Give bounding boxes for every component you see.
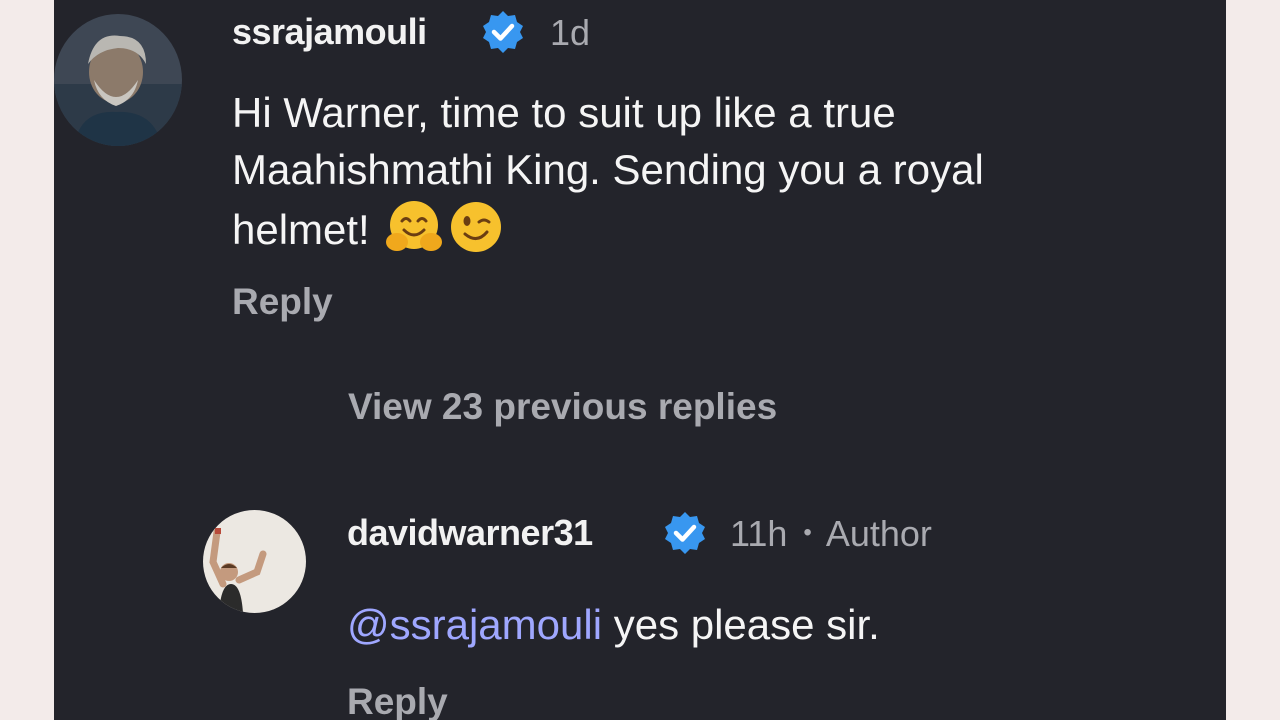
reply-button[interactable]: Reply bbox=[347, 681, 448, 720]
verified-badge-icon bbox=[480, 9, 526, 55]
comment-line: helmet! bbox=[232, 206, 370, 253]
comment-timestamp: 1d bbox=[550, 12, 591, 53]
comment-line: Maahishmathi King. Sending you a royal bbox=[232, 146, 984, 193]
mention-link[interactable]: @ssrajamouli bbox=[347, 601, 602, 648]
reply-body: yes please sir. bbox=[602, 601, 880, 648]
view-previous-replies-button[interactable]: View 23 previous replies bbox=[348, 386, 777, 428]
author-label: Author bbox=[825, 513, 932, 554]
winking-face-emoji-icon bbox=[447, 198, 505, 256]
avatar[interactable] bbox=[54, 14, 182, 146]
hugging-face-emoji-icon bbox=[385, 198, 443, 256]
reply-timestamp: 11h bbox=[730, 513, 788, 554]
reply-meta: 11h • Author bbox=[730, 513, 932, 555]
comment-line: Hi Warner, time to suit up like a true bbox=[232, 89, 896, 136]
reply-button[interactable]: Reply bbox=[232, 281, 333, 323]
meta-separator: • bbox=[803, 519, 812, 546]
comment-username[interactable]: ssrajamouli bbox=[232, 11, 427, 53]
reply-username[interactable]: davidwarner31 bbox=[347, 512, 593, 554]
verified-badge-icon bbox=[662, 510, 708, 556]
avatar[interactable] bbox=[203, 510, 306, 613]
comment-text: Hi Warner, time to suit up like a true M… bbox=[232, 84, 984, 258]
comment-line-last: helmet! bbox=[232, 198, 984, 258]
comments-panel: ssrajamouli 1d Hi Warner, time to suit u… bbox=[54, 0, 1226, 720]
profile-photo-icon bbox=[203, 510, 306, 613]
profile-photo-icon bbox=[54, 14, 182, 146]
reply-text: @ssrajamouli yes please sir. bbox=[347, 596, 880, 653]
